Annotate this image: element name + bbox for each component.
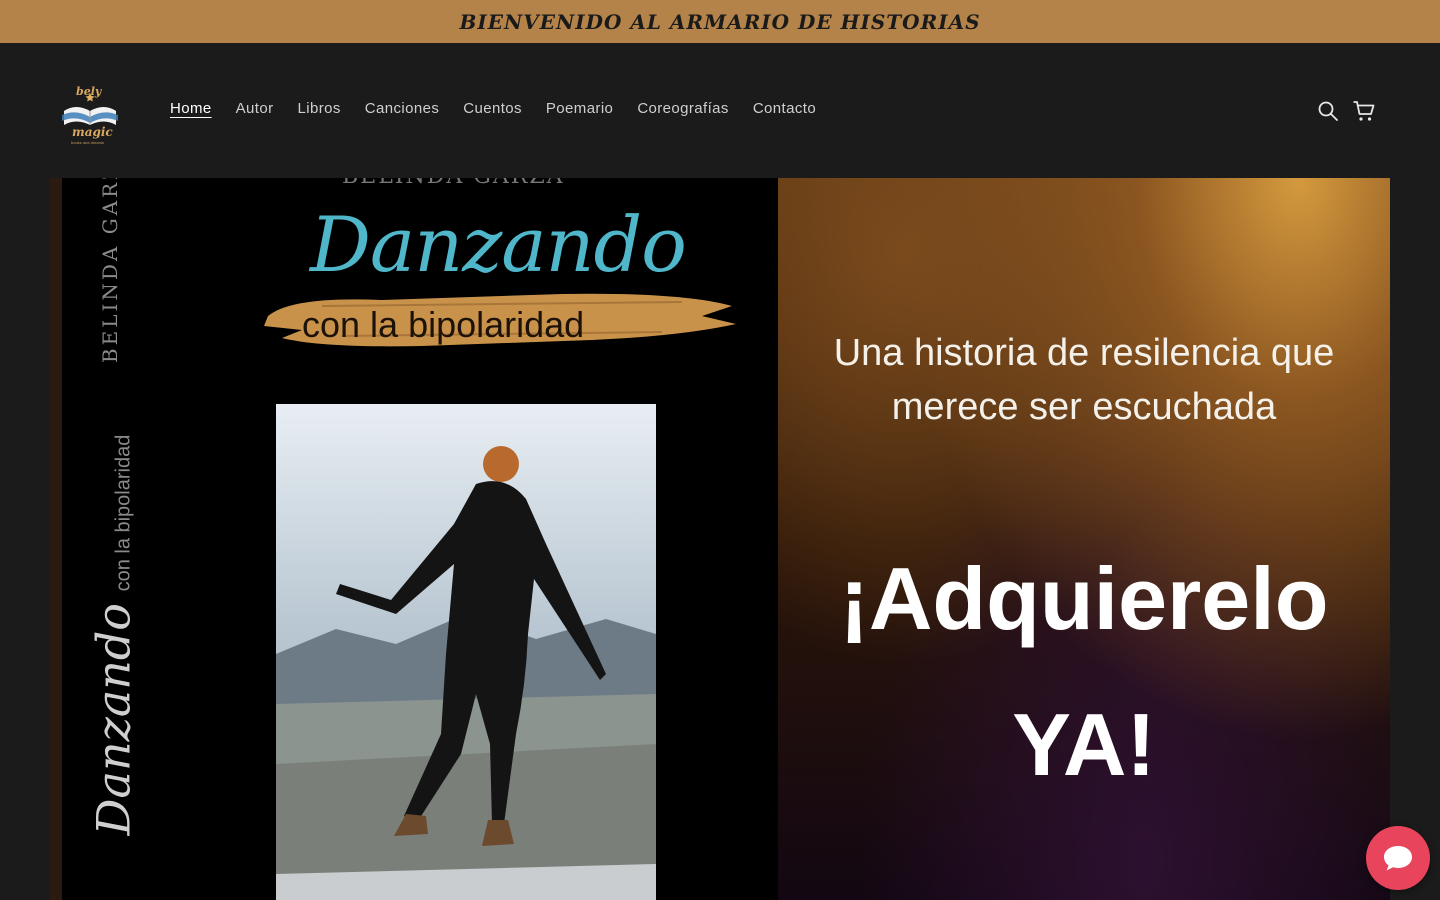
spine-title-rest: con la bipolaridad (112, 434, 135, 592)
nav-coreografias[interactable]: Coreografías (637, 100, 729, 117)
cover-title-script: Danzando (310, 200, 687, 289)
site-logo[interactable]: bely magic books and dreams (58, 81, 122, 149)
announcement-bar: BIENVENIDO AL ARMARIO DE HISTORIAS (0, 0, 1440, 43)
nav-libros[interactable]: Libros (297, 100, 340, 117)
nav-canciones[interactable]: Canciones (365, 100, 439, 117)
cover-author: BELINDA GARZA (342, 178, 565, 189)
header-icons (1316, 99, 1376, 123)
promo-cta-line-1: ¡Adquierelo (839, 549, 1329, 648)
spine-title: Danzando con la bipolaridad (86, 435, 140, 836)
announcement-text: BIENVENIDO AL ARMARIO DE HISTORIAS (459, 9, 981, 34)
nav-home[interactable]: Home (170, 100, 212, 117)
search-icon[interactable] (1316, 99, 1340, 123)
promo-cta-line-2: YA! (1012, 695, 1156, 794)
promo-line-2: merece ser escuchada (891, 386, 1277, 428)
site-header: bely magic books and dreams Home Autor L… (0, 43, 1440, 178)
promo-cta: ¡Adquierelo YA! (778, 526, 1390, 818)
cart-icon[interactable] (1352, 99, 1376, 123)
spine-title-script: Danzando (86, 602, 141, 836)
chat-button[interactable] (1366, 826, 1430, 890)
nav-cuentos[interactable]: Cuentos (463, 100, 522, 117)
logo-bottom-text: magic (72, 125, 113, 139)
logo-tagline: books and dreams (71, 140, 104, 145)
dancer-photo (276, 404, 656, 900)
main-nav: Home Autor Libros Canciones Cuentos Poem… (170, 100, 840, 117)
promo-panel: Una historia de resilencia que merece se… (778, 178, 1390, 900)
nav-poemario[interactable]: Poemario (546, 100, 613, 117)
cover-subtitle: con la bipolaridad (302, 304, 585, 345)
spine-author-text: BELINDA GARZ (98, 178, 123, 364)
nav-autor[interactable]: Autor (236, 100, 274, 117)
chat-bubble-icon (1384, 846, 1412, 871)
promo-tagline: Una historia de resilencia que merece se… (778, 326, 1390, 434)
hero-banner[interactable]: BELINDA GARZ Danzando con la bipolaridad… (50, 178, 1390, 900)
logo-top-text: bely (76, 85, 102, 98)
promo-line-1: Una historia de resilencia que (833, 332, 1335, 374)
cover-photo (276, 404, 656, 900)
spine-author: BELINDA GARZ (90, 178, 130, 363)
book-cover: BELINDA GARZ Danzando con la bipolaridad… (50, 178, 778, 900)
nav-contacto[interactable]: Contacto (753, 100, 816, 117)
